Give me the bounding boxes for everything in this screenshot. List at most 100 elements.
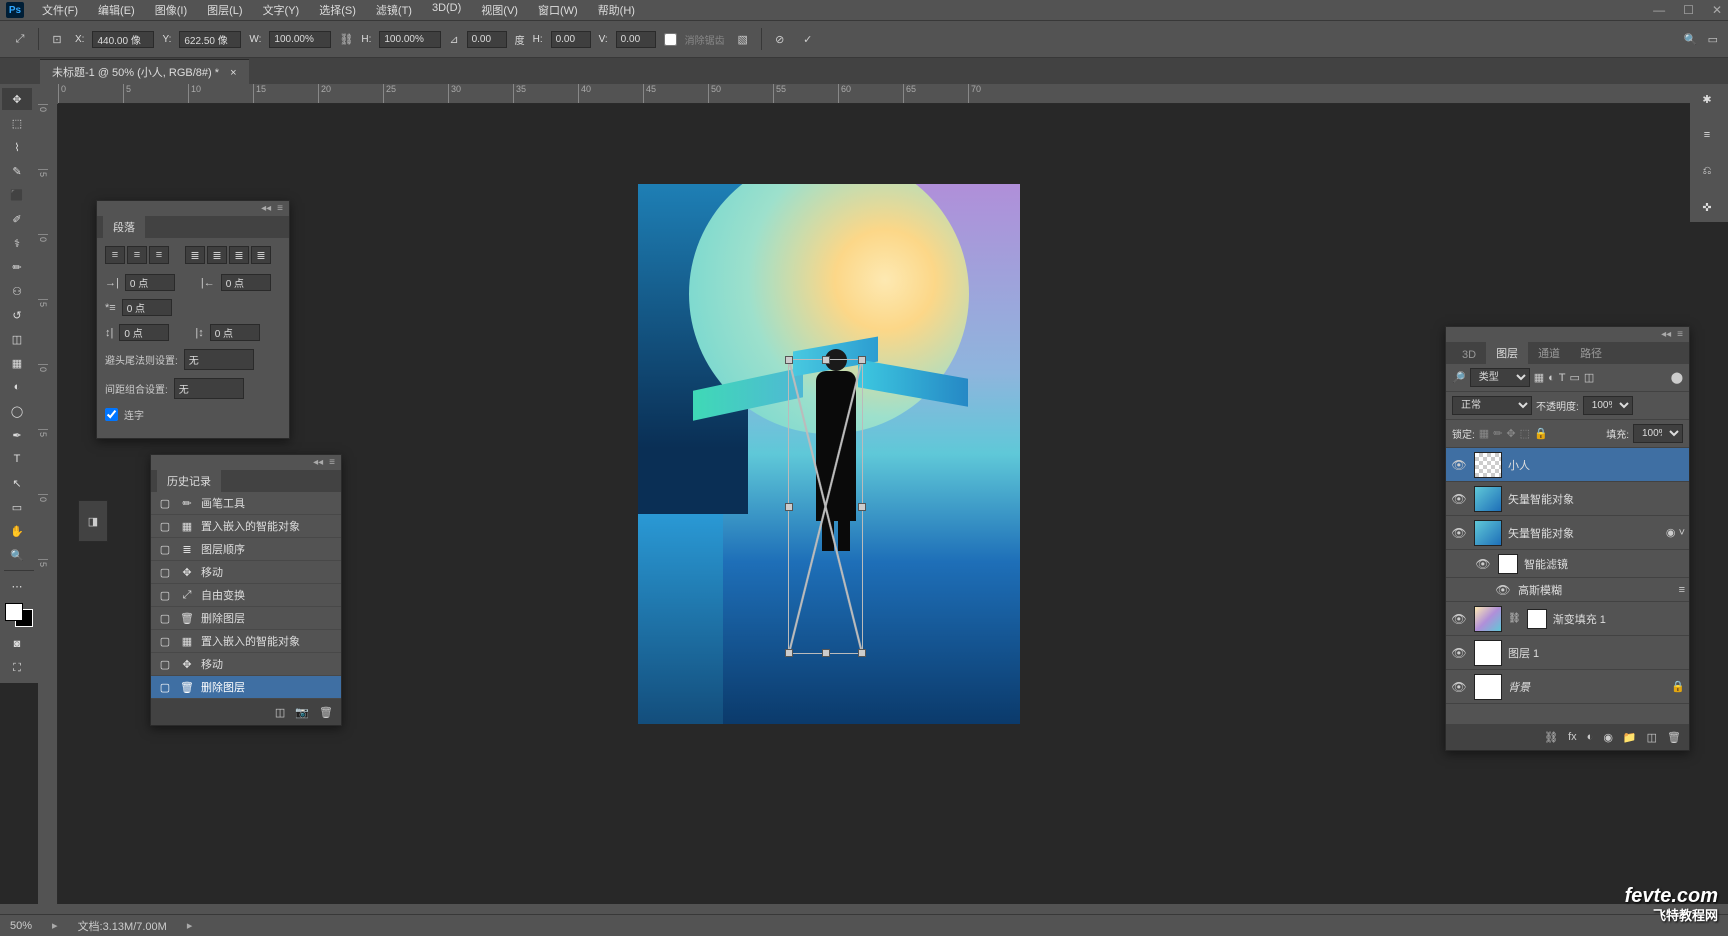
smart-filter-icon[interactable]: ◫	[1584, 371, 1594, 384]
fx-icon[interactable]: fx	[1568, 731, 1577, 743]
lasso-tool[interactable]: ⌇	[2, 136, 32, 158]
history-item[interactable]: ▢✥移动	[151, 653, 341, 676]
indent-left-field[interactable]	[125, 274, 175, 291]
panel-menu-icon[interactable]: ≡	[329, 457, 335, 468]
justify-all[interactable]: ≣	[251, 246, 271, 264]
eyedropper-tool[interactable]: ✐	[2, 208, 32, 230]
justify-center[interactable]: ≣	[207, 246, 227, 264]
filter-settings-icon[interactable]: ≡	[1679, 584, 1685, 596]
justify-right[interactable]: ≣	[229, 246, 249, 264]
align-center[interactable]: ≡	[127, 246, 147, 264]
layer-item[interactable]: 👁 图层 1	[1446, 636, 1689, 670]
adjustment-icon[interactable]: ◉	[1603, 731, 1613, 744]
group-icon[interactable]: 📁	[1623, 731, 1637, 744]
type-tool[interactable]: T	[2, 448, 32, 470]
layer-item-background[interactable]: 👁 背景 🔒	[1446, 670, 1689, 704]
commit-transform-icon[interactable]: ✓	[798, 29, 818, 49]
3d-tab[interactable]: 3D	[1452, 346, 1486, 364]
menu-view[interactable]: 视图(V)	[475, 0, 524, 20]
history-item[interactable]: ▢⤢自由变换	[151, 584, 341, 607]
brush-tool[interactable]: ✏	[2, 256, 32, 278]
menu-select[interactable]: 选择(S)	[313, 0, 362, 20]
close-tab-icon[interactable]: ×	[230, 67, 236, 79]
history-item[interactable]: ▢▦置入嵌入的智能对象	[151, 515, 341, 538]
collapsed-panel-icon[interactable]: ◨	[78, 500, 108, 542]
menu-edit[interactable]: 编辑(E)	[92, 0, 141, 20]
search-icon[interactable]: 🔍	[1684, 33, 1698, 46]
space-after-field[interactable]	[210, 324, 260, 341]
first-line-field[interactable]	[122, 299, 172, 316]
menu-help[interactable]: 帮助(H)	[592, 0, 641, 20]
menu-window[interactable]: 窗口(W)	[532, 0, 584, 20]
history-item[interactable]: ▢≣图层顺序	[151, 538, 341, 561]
close-icon[interactable]: ✕	[1712, 3, 1722, 17]
brushes-panel-icon[interactable]: ✱	[1692, 88, 1722, 110]
hyphenate-checkbox[interactable]	[105, 408, 118, 421]
eraser-tool[interactable]: ◫	[2, 328, 32, 350]
warp-icon[interactable]: ▧	[733, 29, 753, 49]
collapse-icon[interactable]: ◂◂	[313, 457, 323, 468]
visibility-icon[interactable]: 👁	[1450, 646, 1468, 660]
minimize-icon[interactable]: —	[1653, 3, 1665, 17]
y-field[interactable]	[179, 31, 241, 48]
snapshot-icon[interactable]: 📷	[295, 706, 309, 719]
layer-item-gaussian[interactable]: 👁 高斯模糊 ≡	[1446, 578, 1689, 602]
menu-layer[interactable]: 图层(L)	[201, 0, 248, 20]
edit-toolbar[interactable]: ⋯	[2, 575, 32, 597]
reference-point-icon[interactable]: ⊡	[47, 29, 67, 49]
blend-mode-select[interactable]: 正常	[1452, 396, 1532, 415]
menu-filter[interactable]: 滤镜(T)	[370, 0, 418, 20]
x-field[interactable]	[92, 31, 154, 48]
zoom-level[interactable]: 50%	[10, 920, 32, 932]
paths-tab[interactable]: 路径	[1570, 342, 1612, 364]
menu-file[interactable]: 文件(F)	[36, 0, 84, 20]
screenmode-tool[interactable]: ⛶	[2, 657, 32, 679]
layer-item[interactable]: 👁 ⛓ 渐变填充 1	[1446, 602, 1689, 636]
workspace-icon[interactable]: ▭	[1708, 33, 1718, 46]
history-item[interactable]: ▢✥移动	[151, 561, 341, 584]
document-tab[interactable]: 未标题-1 @ 50% (小人, RGB/8#) * ×	[40, 59, 249, 84]
visibility-icon[interactable]: 👁	[1450, 612, 1468, 626]
delete-icon[interactable]: 🗑	[319, 706, 333, 719]
pen-tool[interactable]: ✒	[2, 424, 32, 446]
lock-artboard-icon[interactable]: ⬚	[1520, 427, 1530, 440]
link-layers-icon[interactable]: ⛓	[1544, 731, 1558, 744]
gradient-tool[interactable]: ▦	[2, 352, 32, 374]
zoom-tool[interactable]: 🔍	[2, 544, 32, 566]
opacity-field[interactable]: 100%	[1583, 396, 1633, 415]
color-swatches[interactable]	[5, 603, 33, 627]
visibility-icon[interactable]: 👁	[1450, 526, 1468, 540]
visibility-icon[interactable]: 👁	[1450, 458, 1468, 472]
maximize-icon[interactable]: ☐	[1683, 3, 1694, 17]
fill-field[interactable]: 100%	[1633, 424, 1683, 443]
shape-tool[interactable]: ▭	[2, 496, 32, 518]
shape-filter-icon[interactable]: ▭	[1570, 371, 1580, 384]
lock-all-icon[interactable]: 🔒	[1534, 427, 1548, 440]
type-filter-icon[interactable]: T	[1559, 372, 1566, 384]
stamp-tool[interactable]: ⚇	[2, 280, 32, 302]
fg-color[interactable]	[5, 603, 23, 621]
layer-item[interactable]: 👁 矢量智能对象 ◉ ˅	[1446, 516, 1689, 550]
history-brush-tool[interactable]: ↺	[2, 304, 32, 326]
delete-layer-icon[interactable]: 🗑	[1667, 731, 1681, 744]
visibility-icon[interactable]: 👁	[1450, 492, 1468, 506]
align-left[interactable]: ≡	[105, 246, 125, 264]
clone-source-icon[interactable]: ⎌	[1692, 160, 1722, 182]
filter-toggle[interactable]: ⬤	[1671, 371, 1683, 384]
dodge-tool[interactable]: ◯	[2, 400, 32, 422]
new-layer-icon[interactable]: ◫	[1647, 731, 1657, 744]
quickmask-tool[interactable]: ◙	[2, 633, 32, 655]
history-item[interactable]: ▢🗑删除图层	[151, 607, 341, 630]
layer-item[interactable]: 👁 矢量智能对象	[1446, 482, 1689, 516]
new-document-icon[interactable]: ◫	[275, 706, 285, 719]
crop-tool[interactable]: ⬛	[2, 184, 32, 206]
brush-presets-icon[interactable]: ≡	[1692, 124, 1722, 146]
panel-menu-icon[interactable]: ≡	[1677, 329, 1683, 340]
h-field[interactable]	[379, 31, 441, 48]
history-item[interactable]: ▢✏画笔工具	[151, 492, 341, 515]
justify-left[interactable]: ≣	[185, 246, 205, 264]
skew-v-field[interactable]	[616, 31, 656, 48]
paragraph-tab[interactable]: 段落	[103, 216, 145, 238]
menu-3d[interactable]: 3D(D)	[426, 0, 467, 20]
properties-icon[interactable]: ✜	[1692, 196, 1722, 218]
